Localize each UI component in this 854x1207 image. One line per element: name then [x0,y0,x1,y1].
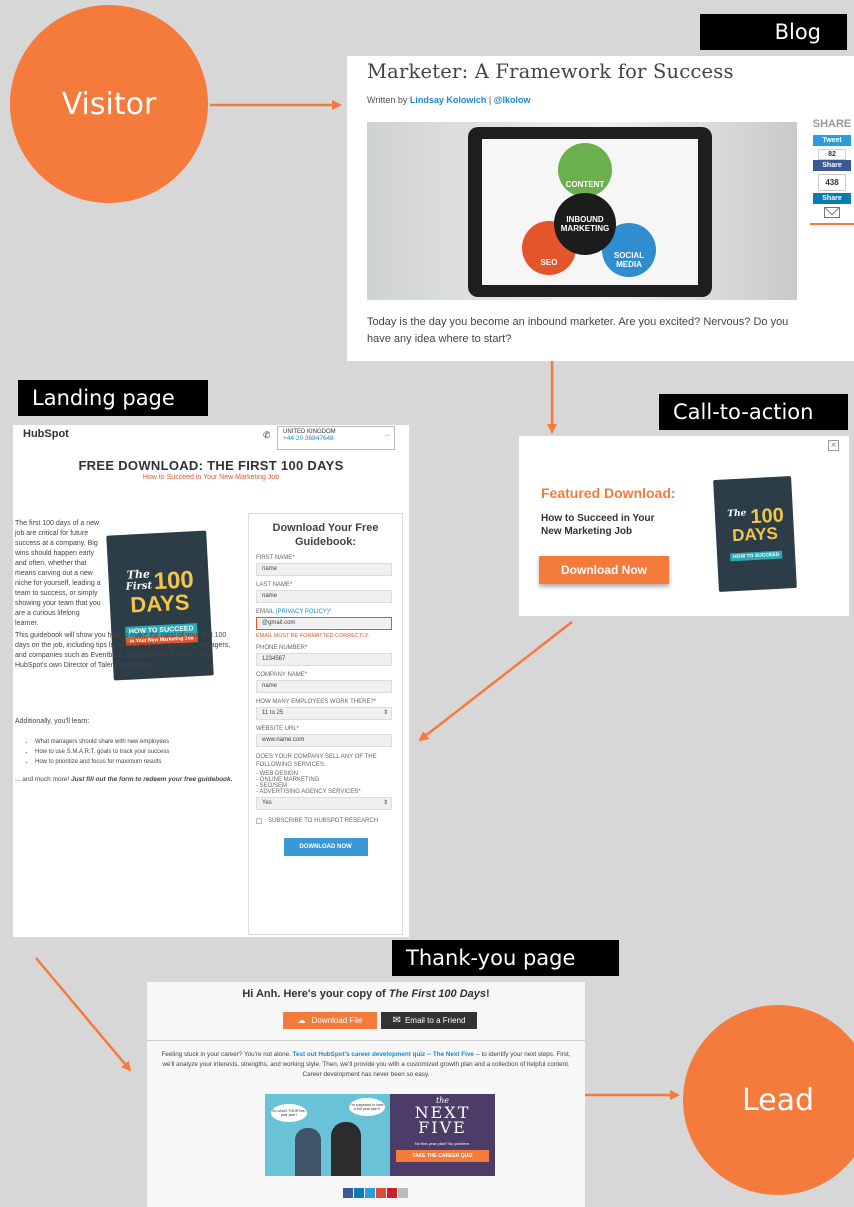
envelope-icon: ✉ [392,1015,401,1026]
landing-title: FREE DOWNLOAD: THE FIRST 100 DAYS [78,458,344,473]
career-quiz-link[interactable]: Test out HubSpot's career development qu… [293,1051,474,1058]
venn-content: CONTENT [558,143,612,197]
tweet-button[interactable]: Tweet [813,135,851,146]
signup-form: Download Your Free Guidebook: FIRST NAME… [248,513,403,935]
list-item: How to prioritize and focus for maximum … [35,757,245,767]
share-bar: SHARE Tweet 82 Share 438 Share [810,118,854,225]
thankyou-greeting: Hi Anh. Here's your copy of The First 10… [242,988,490,1000]
select-arrow-icon: ⇕ [382,800,388,806]
venn-center: INBOUND MARKETING [554,193,616,255]
cta-book-cover: The 100 DAYS HOW TO SUCCEED [713,476,797,592]
phone-field[interactable]: 1234567 [256,653,392,666]
first-name-field[interactable]: name [256,563,392,576]
download-now-button[interactable]: DOWNLOAD NOW [283,838,368,856]
cta-heading: Featured Download: [541,485,676,501]
thankyou-paragraph: Feeling stuck in your career? You're not… [161,1051,571,1078]
tablet-image: CONTENT SEO SOCIAL MEDIA INBOUND MARKETI… [468,127,712,297]
website-field[interactable]: www.name.com [256,734,392,747]
company-field[interactable]: name [256,680,392,693]
email-error: EMAIL MUST BE FORMATTED CORRECTLY. [256,633,370,639]
blog-body: Today is the day you become an inbound m… [367,316,789,345]
linkedin-icon[interactable] [354,1188,364,1198]
visitor-label: Visitor [61,86,157,122]
landing-subtitle: How to Succeed in Your New Marketing Job [142,474,280,481]
download-file-button[interactable]: ☁ Download File [283,1012,377,1029]
pinterest-icon[interactable] [387,1188,397,1198]
blog-panel: Marketer: A Framework for Success Writte… [347,56,854,361]
blog-title: Marketer: A Framework for Success [367,60,734,83]
last-name-field[interactable]: name [256,590,392,603]
fb-count: 82 [818,149,846,160]
fb-share-button[interactable]: Share [813,160,851,171]
cta-download-button[interactable]: Download Now [539,556,669,584]
speech-bubble: I'm supposed to have a five year plan?! [349,1098,385,1116]
phone-icon: ✆ [263,430,271,440]
facebook-icon[interactable] [343,1188,353,1198]
select-arrow-icon: ⇕ [382,710,388,716]
form-title: Download Your Free Guidebook: [272,522,379,548]
mail-icon[interactable] [824,207,840,218]
hubspot-logo: HubSpot [23,428,69,440]
close-icon[interactable]: × [828,440,839,451]
thankyou-panel: Hi Anh. Here's your copy of The First 10… [147,982,585,1207]
chevron-down-icon: ⌄ [384,432,390,438]
blog-tag: Blog [700,14,847,50]
cta-line1: How to Succeed in Your [541,513,655,524]
list-item: How to use S.M.A.R.T. goals to track you… [35,747,245,757]
linkedin-share-button[interactable]: Share [813,193,851,204]
list-item: What managers should share with new empl… [35,737,245,747]
country-select[interactable]: UNITED KINGDOM +44 20 36847648 ⌄ [277,426,395,450]
landing-p3: Additionally, you'll learn: [15,718,90,725]
twitter-icon[interactable] [365,1188,375,1198]
lead-label: Lead [741,1082,815,1118]
cta-tag: Call-to-action [659,394,848,430]
share-label: SHARE [812,118,852,130]
googleplus-icon[interactable] [376,1188,386,1198]
arrow-cta-landing [418,621,573,742]
landing-p2: This guidebook will show you how to make… [15,632,231,669]
benefit-list: What managers should share with new empl… [35,737,245,767]
landing-p1: The first 100 days of a new job are crit… [15,520,101,627]
visitor-node: Visitor [10,5,208,203]
arrow-landing-thankyou [35,957,132,1072]
blog-byline: Written by Lindsay Kolowich | @lkolow [367,95,531,105]
landing-more: ... and much more! Just fill out the for… [15,776,233,783]
thankyou-tag: Thank-you page [392,940,619,976]
cloud-download-icon: ☁ [297,1016,306,1025]
subscribe-checkbox[interactable]: SUBSCRIBE TO HUBSPOT RESEARCH [256,818,395,824]
email-share-icon[interactable] [398,1188,408,1198]
services-select[interactable]: Yes ⇕ [256,797,392,810]
social-icons [343,1188,408,1198]
author-link[interactable]: Lindsay Kolowich [410,95,487,105]
privacy-link[interactable]: (PRIVACY POLICY) [275,609,328,615]
landing-tag: Landing page [18,380,208,416]
cta-line2: New Marketing Job [541,526,633,537]
email-field[interactable]: @gmail.com [256,617,392,630]
handle-link[interactable]: @lkolow [494,95,531,105]
employees-select[interactable]: 11 to 25 ⇕ [256,707,392,720]
person-illustration [331,1122,361,1176]
landing-panel: HubSpot ✆ UNITED KINGDOM +44 20 36847648… [13,425,409,937]
hero-image: CONTENT SEO SOCIAL MEDIA INBOUND MARKETI… [367,122,797,300]
person-illustration [295,1128,321,1176]
speech-bubble: So what's YOUR five-year plan? [271,1104,307,1122]
share-count: 438 [818,174,846,191]
cta-panel: × Featured Download: How to Succeed in Y… [519,436,849,616]
email-friend-button[interactable]: ✉ Email to a Friend [381,1012,477,1029]
career-quiz-button[interactable]: TAKE THE CAREER QUIZ [396,1150,489,1162]
next-five-banner[interactable]: So what's YOUR five-year plan? I'm suppo… [265,1094,495,1176]
